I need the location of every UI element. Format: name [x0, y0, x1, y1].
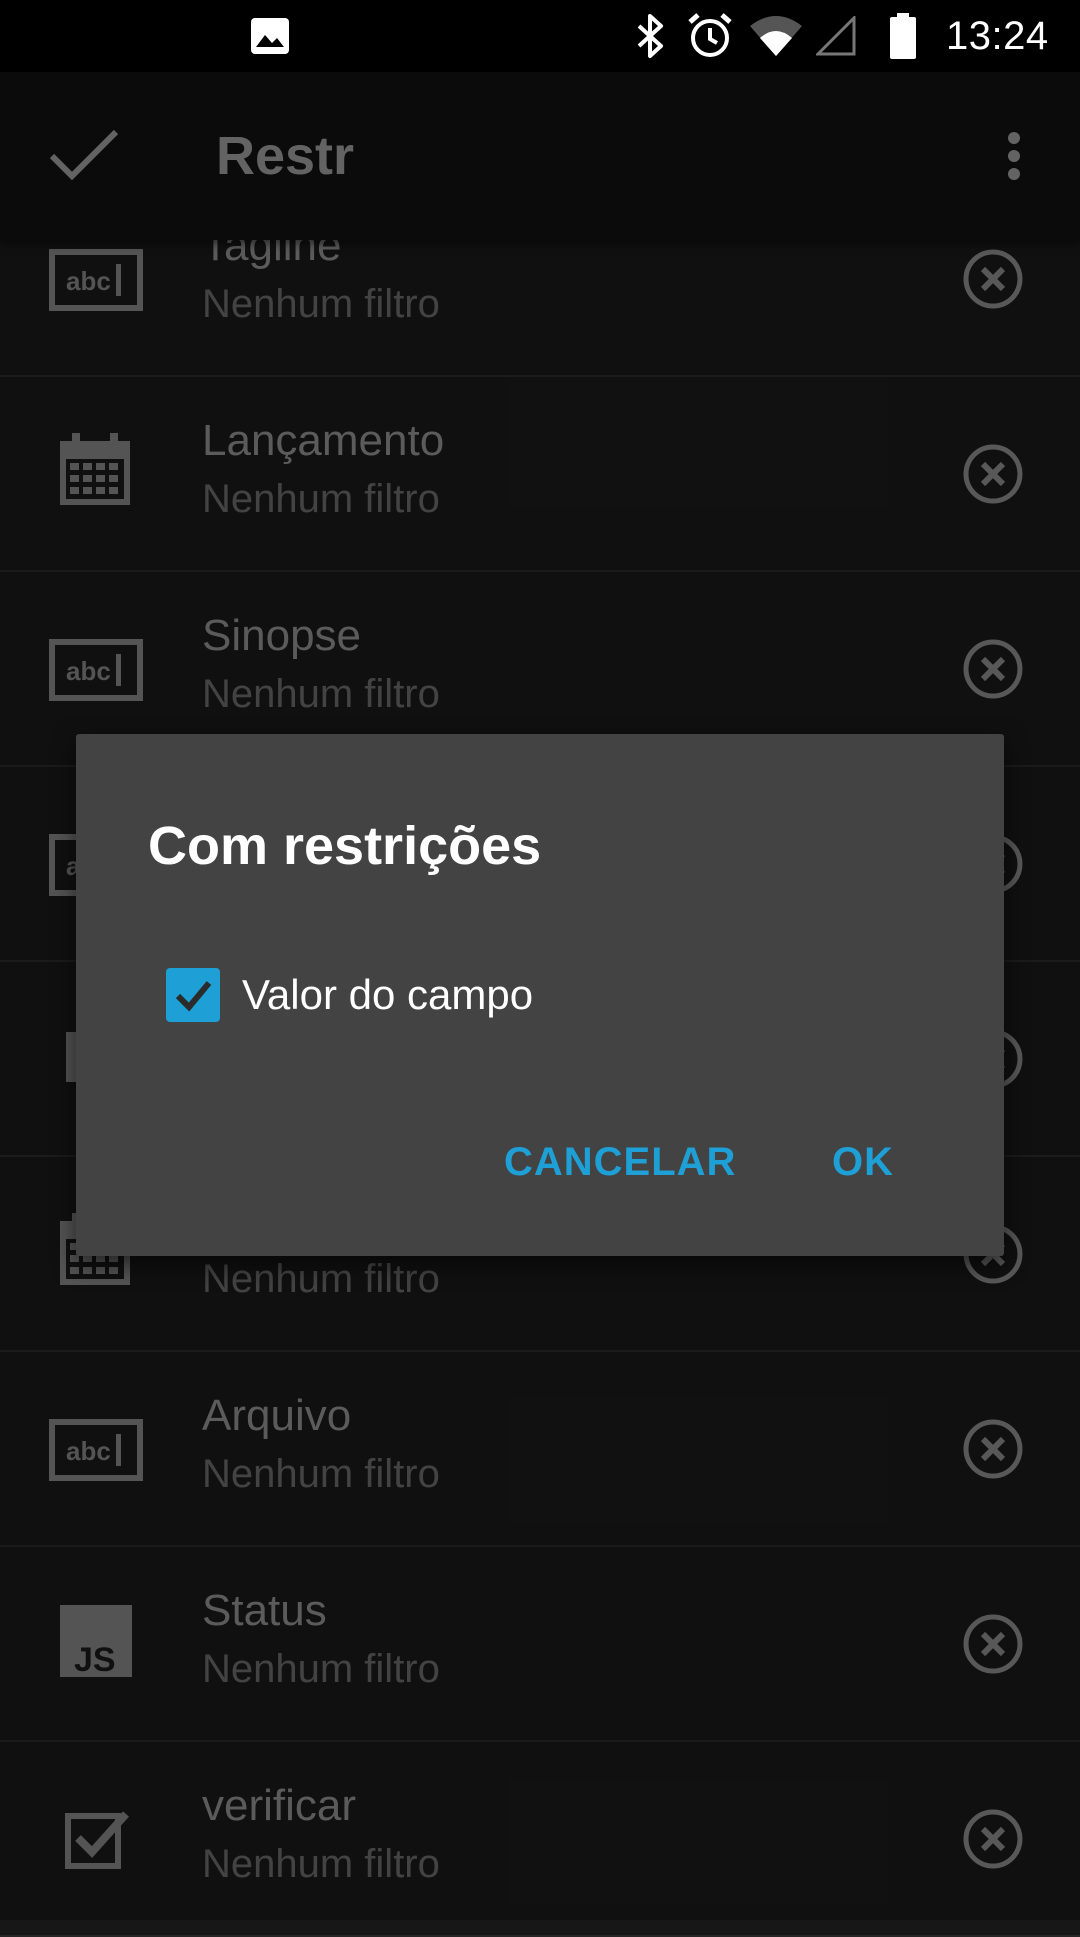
alarm-icon: [688, 13, 732, 57]
list-item-subtitle: Nenhum filtro: [202, 282, 440, 326]
checkbox-icon: [65, 1811, 129, 1869]
list-item-title: Sinopse: [202, 611, 362, 660]
list-item-title: Arquivo: [202, 1391, 352, 1440]
list-item-title: verificar: [202, 1781, 357, 1830]
field-value-checkbox[interactable]: [166, 968, 220, 1022]
list-item-title: Lançamento: [202, 416, 445, 465]
status-bar: 13:24: [0, 0, 1080, 72]
app-toolbar: Restr: [0, 72, 1080, 240]
battery-icon: [890, 13, 916, 59]
calendar-icon: [60, 433, 130, 505]
list-item-subtitle: Nenhum filtro: [202, 672, 440, 716]
status-time: 13:24: [946, 14, 1049, 58]
list-item-subtitle: Nenhum filtro: [202, 477, 440, 521]
list-item-subtitle: Nenhum filtro: [202, 1842, 440, 1886]
svg-text:JS: JS: [74, 1641, 116, 1679]
ok-button[interactable]: OK: [832, 1134, 894, 1190]
clear-filter-icon[interactable]: [962, 638, 1024, 700]
more-vert-icon[interactable]: [998, 130, 1030, 182]
image-icon: [251, 18, 289, 54]
list-item[interactable]: verificar Nenhum filtro: [0, 1742, 1080, 1937]
field-value-label: Valor do campo: [242, 971, 534, 1018]
clear-filter-icon[interactable]: [962, 248, 1024, 310]
wifi-icon: [750, 16, 802, 56]
list-item[interactable]: JS Status Nenhum filtro: [0, 1547, 1080, 1742]
list-item-subtitle: Nenhum filtro: [202, 1647, 440, 1691]
list-item-subtitle: Nenhum filtro: [202, 1257, 440, 1301]
restrictions-dialog: Com restrições Valor do campo CANCELAR O…: [76, 734, 1004, 1256]
clear-filter-icon[interactable]: [962, 443, 1024, 505]
list-item-subtitle: Nenhum filtro: [202, 1452, 440, 1496]
field-value-option[interactable]: Valor do campo: [166, 966, 766, 1026]
dialog-title: Com restrições: [148, 816, 542, 876]
svg-text:abc: abc: [66, 1436, 111, 1466]
list-item[interactable]: Lançamento Nenhum filtro: [0, 377, 1080, 572]
javascript-icon: JS: [60, 1605, 132, 1679]
list-item-title: Status: [202, 1586, 327, 1635]
clear-filter-icon[interactable]: [962, 1418, 1024, 1480]
svg-text:abc: abc: [66, 266, 111, 296]
svg-text:abc: abc: [66, 656, 111, 686]
text-field-icon: abc: [49, 639, 143, 701]
page-title: Restr: [216, 126, 355, 186]
list-item[interactable]: abc Arquivo Nenhum filtro: [0, 1352, 1080, 1547]
clear-filter-icon[interactable]: [962, 1808, 1024, 1870]
text-field-icon: abc: [49, 1419, 143, 1481]
cancel-button[interactable]: CANCELAR: [504, 1134, 736, 1190]
check-icon[interactable]: [48, 128, 120, 184]
text-field-icon: abc: [49, 249, 143, 311]
bluetooth-icon: [637, 14, 663, 58]
clear-filter-icon[interactable]: [962, 1613, 1024, 1675]
cell-signal-icon: [816, 16, 856, 56]
check-icon: [175, 981, 212, 1012]
